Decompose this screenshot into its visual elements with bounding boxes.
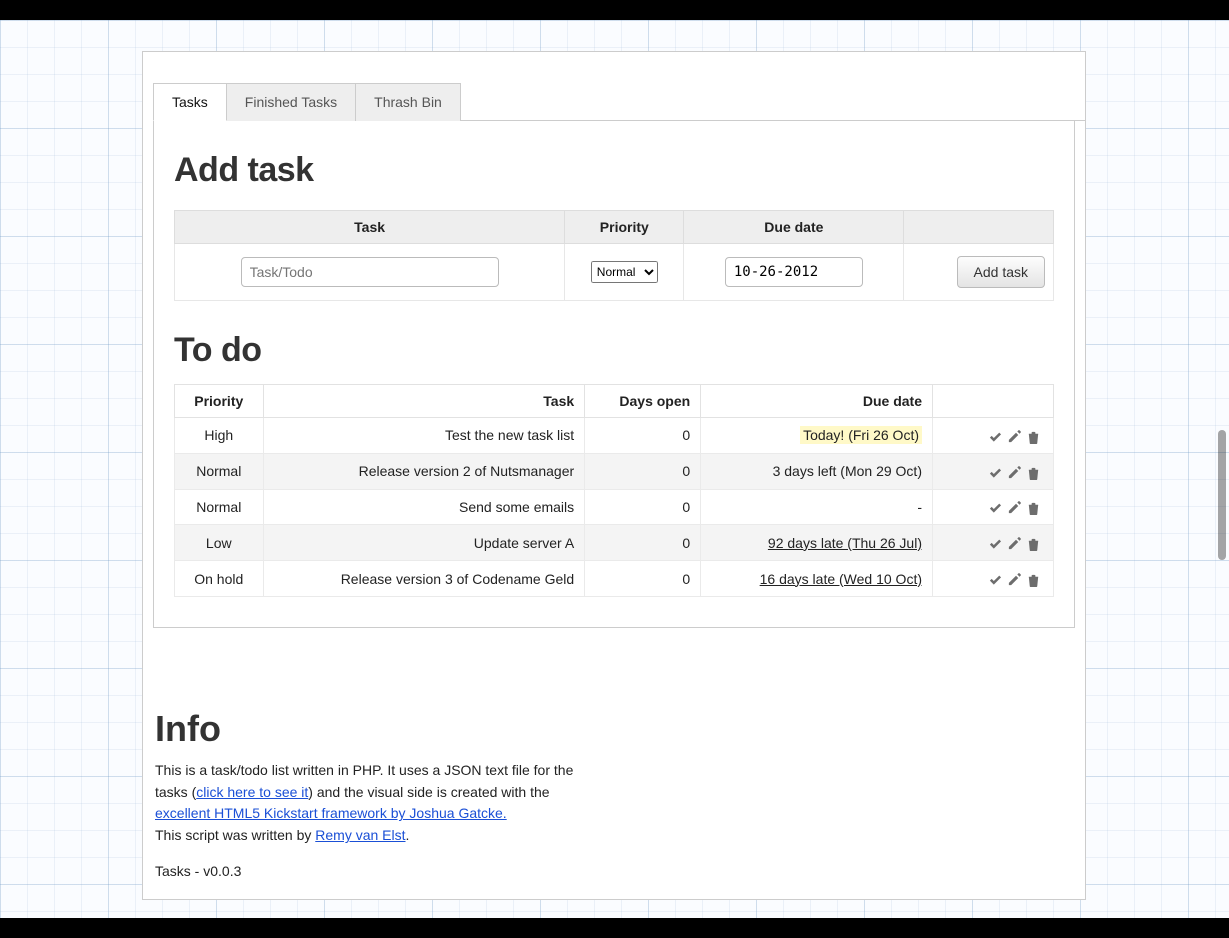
table-row: NormalSend some emails0- <box>175 489 1054 525</box>
cell-priority: On hold <box>175 561 264 597</box>
table-row: On holdRelease version 3 of Codename Gel… <box>175 561 1054 597</box>
info-heading: Info <box>155 708 1085 750</box>
info-text: . <box>406 827 410 843</box>
check-icon[interactable] <box>988 465 1003 480</box>
col-days-open: Days open <box>585 385 701 418</box>
link-json-file[interactable]: click here to see it <box>196 784 308 800</box>
table-row: NormalRelease version 2 of Nutsmanager03… <box>175 453 1054 489</box>
due-date-input[interactable] <box>725 257 863 287</box>
edit-icon[interactable] <box>1007 500 1022 515</box>
add-task-table: Task Priority Due date HighNormalLowOn h… <box>174 210 1054 301</box>
tab-trash[interactable]: Thrash Bin <box>355 83 461 121</box>
cell-priority: Normal <box>175 489 264 525</box>
letterbox-top <box>0 0 1229 20</box>
priority-select[interactable]: HighNormalLowOn hold <box>591 261 658 283</box>
cell-days-open: 0 <box>585 489 701 525</box>
cell-days-open: 0 <box>585 561 701 597</box>
row-actions <box>933 418 1054 454</box>
cell-priority: Normal <box>175 453 264 489</box>
trash-icon[interactable] <box>1026 572 1041 587</box>
check-icon[interactable] <box>988 536 1003 551</box>
cell-task: Update server A <box>263 525 585 561</box>
check-icon[interactable] <box>988 572 1003 587</box>
link-author[interactable]: Remy van Elst <box>315 827 405 843</box>
trash-icon[interactable] <box>1026 429 1041 444</box>
cell-due-date: 92 days late (Thu 26 Jul) <box>701 525 933 561</box>
check-icon[interactable] <box>988 500 1003 515</box>
table-row: LowUpdate server A092 days late (Thu 26 … <box>175 525 1054 561</box>
cell-task: Send some emails <box>263 489 585 525</box>
cell-task: Release version 2 of Nutsmanager <box>263 453 585 489</box>
task-input[interactable] <box>241 257 499 287</box>
scrollbar-thumb[interactable] <box>1218 430 1226 560</box>
col-duedate: Due date <box>684 211 904 244</box>
edit-icon[interactable] <box>1007 429 1022 444</box>
letterbox-bottom <box>0 918 1229 938</box>
add-task-heading: Add task <box>174 151 1054 190</box>
tasks-panel: Add task Task Priority Due date HighNorm… <box>153 121 1075 628</box>
version-label: Tasks - v0.0.3 <box>155 863 1085 879</box>
trash-icon[interactable] <box>1026 536 1041 551</box>
info-text: ) and the visual side is created with th… <box>308 784 549 800</box>
tab-tasks[interactable]: Tasks <box>153 83 227 121</box>
content-card: TasksFinished TasksThrash Bin Add task T… <box>142 51 1086 900</box>
info-body: This is a task/todo list written in PHP.… <box>155 760 595 847</box>
check-icon[interactable] <box>988 429 1003 444</box>
todo-table: Priority Task Days open Due date HighTes… <box>174 384 1054 597</box>
cell-due-date: - <box>701 489 933 525</box>
add-task-button[interactable]: Add task <box>957 256 1045 288</box>
trash-icon[interactable] <box>1026 500 1041 515</box>
edit-icon[interactable] <box>1007 536 1022 551</box>
edit-icon[interactable] <box>1007 572 1022 587</box>
col-actions <box>933 385 1054 418</box>
cell-days-open: 0 <box>585 525 701 561</box>
col-task: Task <box>263 385 585 418</box>
row-actions <box>933 525 1054 561</box>
row-actions <box>933 453 1054 489</box>
todo-heading: To do <box>174 331 1054 370</box>
cell-days-open: 0 <box>585 453 701 489</box>
cell-priority: Low <box>175 525 264 561</box>
row-actions <box>933 561 1054 597</box>
cell-task: Test the new task list <box>263 418 585 454</box>
tab-bar: TasksFinished TasksThrash Bin <box>153 82 1085 121</box>
cell-days-open: 0 <box>585 418 701 454</box>
cell-due-date: 3 days left (Mon 29 Oct) <box>701 453 933 489</box>
link-kickstart[interactable]: excellent HTML5 Kickstart framework by J… <box>155 805 507 821</box>
tab-finished[interactable]: Finished Tasks <box>226 83 356 121</box>
cell-priority: High <box>175 418 264 454</box>
trash-icon[interactable] <box>1026 465 1041 480</box>
table-row: HighTest the new task list0Today! (Fri 2… <box>175 418 1054 454</box>
cell-due-date: 16 days late (Wed 10 Oct) <box>701 561 933 597</box>
row-actions <box>933 489 1054 525</box>
col-priority: Priority <box>565 211 684 244</box>
col-due-date: Due date <box>701 385 933 418</box>
cell-task: Release version 3 of Codename Geld <box>263 561 585 597</box>
cell-due-date: Today! (Fri 26 Oct) <box>701 418 933 454</box>
col-priority: Priority <box>175 385 264 418</box>
info-text: This script was written by <box>155 827 315 843</box>
edit-icon[interactable] <box>1007 465 1022 480</box>
col-task: Task <box>175 211 565 244</box>
col-action <box>904 211 1054 244</box>
